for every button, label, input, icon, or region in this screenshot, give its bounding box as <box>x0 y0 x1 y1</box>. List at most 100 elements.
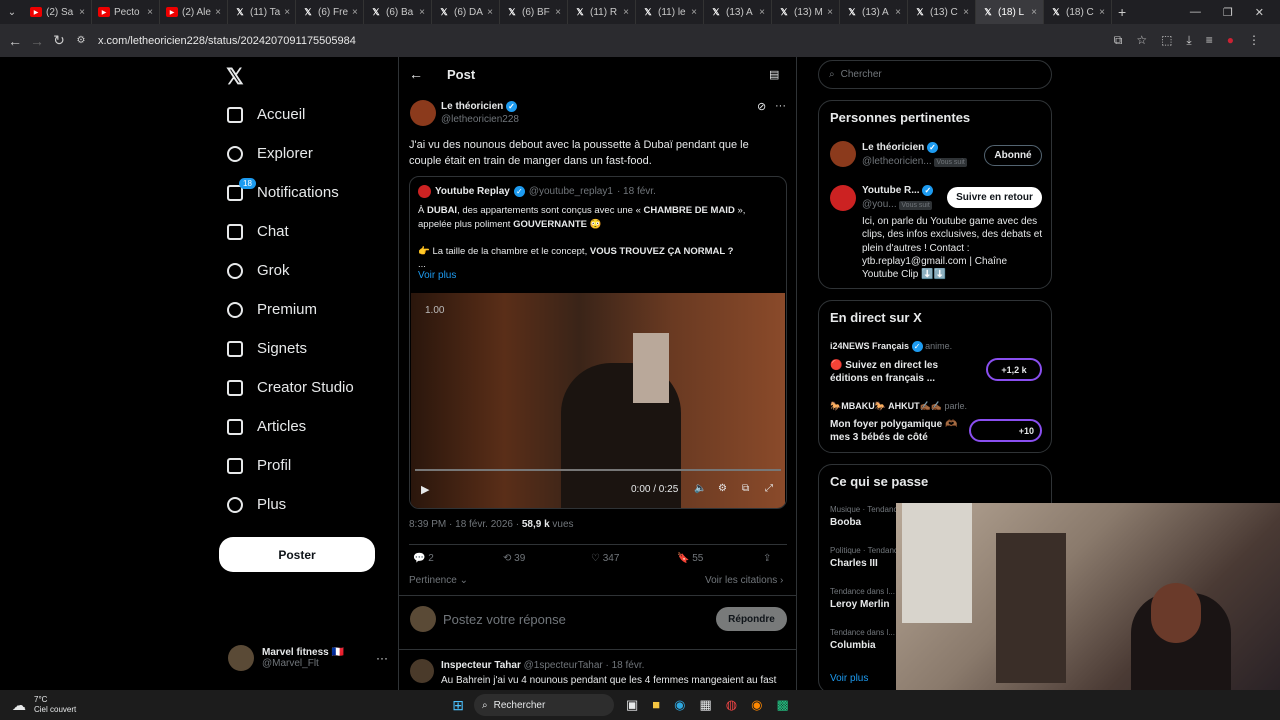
minimize-icon[interactable]: — <box>1190 6 1201 19</box>
grok-icon[interactable]: ⊘ <box>757 100 766 113</box>
sidebar-item-articles[interactable]: Articles <box>227 407 354 446</box>
tab-close-icon[interactable]: × <box>1099 7 1105 18</box>
app-icon[interactable]: ▩ <box>776 697 788 713</box>
browser-tab[interactable]: 𝕏 (11) R × <box>568 0 636 24</box>
browser-tab[interactable]: 𝕏 (13) M × <box>772 0 840 24</box>
bookmark-star-icon[interactable]: ☆ <box>1136 33 1147 48</box>
profile-icon[interactable]: ● <box>1227 33 1234 48</box>
tab-close-icon[interactable]: × <box>419 7 425 18</box>
browser-tab[interactable]: 𝕏 (13) C × <box>908 0 976 24</box>
trend-item[interactable]: Tendance dans l... Columbia <box>830 628 906 669</box>
tab-close-icon[interactable]: × <box>691 7 697 18</box>
play-icon[interactable]: ▶ <box>421 483 429 496</box>
browser-tab[interactable]: 𝕏 (13) A × <box>840 0 908 24</box>
tab-close-icon[interactable]: × <box>147 7 153 18</box>
tab-close-icon[interactable]: × <box>759 7 765 18</box>
reader-mode-icon[interactable]: ▤ <box>769 68 779 81</box>
like-action[interactable]: ♡ 347 <box>591 553 677 564</box>
reply-button[interactable]: Répondre <box>716 607 787 631</box>
reply-header[interactable]: Inspecteur Tahar @1specteurTahar · 18 fé… <box>441 660 644 671</box>
restore-icon[interactable]: ❐ <box>1223 6 1233 19</box>
browser-tab[interactable]: ▶ (2) Ale × <box>160 0 228 24</box>
new-tab-button[interactable]: + <box>1118 4 1126 20</box>
sidebar-item-chat[interactable]: Chat <box>227 212 354 251</box>
sidebar-item-creator-studio[interactable]: Creator Studio <box>227 368 354 407</box>
close-window-icon[interactable]: ✕ <box>1255 6 1264 19</box>
reload-icon[interactable]: ↻ <box>48 30 70 52</box>
avatar[interactable] <box>830 185 856 211</box>
browser-tab[interactable]: 𝕏 (11) le × <box>636 0 704 24</box>
trend-item[interactable]: Tendance dans l... Leroy Merlin <box>830 587 906 628</box>
install-icon[interactable]: ⧉ <box>1114 33 1123 48</box>
volume-icon[interactable]: 🔈 <box>694 483 706 494</box>
taskbar-search[interactable]: ⌕ Rechercher <box>473 694 614 716</box>
tab-close-icon[interactable]: × <box>827 7 833 18</box>
media-icon[interactable]: ≡ <box>1206 33 1213 48</box>
trend-item[interactable]: Politique · Tendances Charles III <box>830 546 906 587</box>
browser-tab[interactable]: 𝕏 (6) BF × <box>500 0 568 24</box>
back-arrow-icon[interactable]: ← <box>409 66 423 82</box>
sidebar-item-accueil[interactable]: Accueil <box>227 95 354 134</box>
quotes-link[interactable]: Voir les citations › <box>705 575 783 586</box>
post-menu-icon[interactable]: ··· <box>775 100 786 112</box>
sidebar-item-grok[interactable]: Grok <box>227 251 354 290</box>
url-field[interactable]: x.com/letheoricien228/status/20242070911… <box>98 35 356 47</box>
chrome-menu-icon[interactable]: ⋮ <box>1248 33 1260 48</box>
sidebar-item-signets[interactable]: Signets <box>227 329 354 368</box>
tab-close-icon[interactable]: × <box>215 7 221 18</box>
live-space-title[interactable]: 🔴 Suivez en direct les éditions en franç… <box>830 359 970 385</box>
firefox-icon[interactable]: ◉ <box>751 697 762 713</box>
trend-item[interactable]: Musique · Tendances Booba <box>830 505 906 546</box>
forward-icon[interactable]: → <box>26 30 48 52</box>
video-player[interactable]: 1.00 ▶ 0:00 / 0:25 🔈 ⚙ ⧉ ⤢ <box>411 293 785 508</box>
browser-tab[interactable]: 𝕏 (13) A × <box>704 0 772 24</box>
following-button[interactable]: Abonné <box>984 145 1042 166</box>
edge-icon[interactable]: ◉ <box>674 697 685 713</box>
video-settings-icon[interactable]: ⚙ <box>718 483 727 494</box>
tab-menu-icon[interactable]: ⌄ <box>0 1 24 23</box>
author-avatar[interactable] <box>410 100 436 126</box>
sidebar-item-premium[interactable]: Premium <box>227 290 354 329</box>
live-listeners-badge[interactable]: +1,2 k <box>986 358 1042 381</box>
start-icon[interactable]: ⊞ <box>452 697 464 714</box>
avatar[interactable] <box>830 141 856 167</box>
browser-tab[interactable]: 𝕏 (18) C × <box>1044 0 1112 24</box>
site-info-icon[interactable]: ⚙ <box>70 30 92 52</box>
browser-tab[interactable]: 𝕏 (6) Fre × <box>296 0 364 24</box>
account-switcher[interactable]: Marvel fitness 🇫🇷 @Marvel_Flt ··· <box>228 645 388 671</box>
browser-tab[interactable]: ▶ Pecto × <box>92 0 160 24</box>
sidebar-item-plus[interactable]: Plus <box>227 485 354 524</box>
tab-close-icon[interactable]: × <box>284 7 290 18</box>
fullscreen-icon[interactable]: ⤢ <box>765 483 773 494</box>
author-handle[interactable]: @letheoricien228 <box>441 114 519 125</box>
weather-icon[interactable]: ☁ <box>12 697 26 714</box>
bookmark-action[interactable]: 🔖 55 <box>677 553 763 564</box>
post-button[interactable]: Poster <box>219 537 375 572</box>
weather-widget[interactable]: 7°C Ciel couvert <box>34 695 76 715</box>
reply-input[interactable]: Postez votre réponse <box>443 612 566 627</box>
browser-tab[interactable]: 𝕏 (11) Ta × <box>228 0 296 24</box>
person-name[interactable]: Youtube R... ✓ <box>862 185 934 196</box>
tab-close-icon[interactable]: × <box>352 7 358 18</box>
quoted-post[interactable]: Youtube Replay ✓ @youtube_replay1 · 18 f… <box>409 176 787 509</box>
author-name[interactable]: Le théoricien ✓ <box>441 101 518 112</box>
pip-icon[interactable]: ⧉ <box>742 483 749 494</box>
sidebar-item-explorer[interactable]: Explorer <box>227 134 354 173</box>
extensions-icon[interactable]: ⬚ <box>1161 33 1172 48</box>
tab-close-icon[interactable]: × <box>895 7 901 18</box>
task-view-icon[interactable]: ▣ <box>626 697 638 713</box>
browser-tab[interactable]: 𝕏 (6) Ba × <box>364 0 432 24</box>
sidebar-item-notifications[interactable]: Notifications 18 <box>227 173 354 212</box>
tab-close-icon[interactable]: × <box>555 7 561 18</box>
file-explorer-icon[interactable]: ■ <box>652 697 660 713</box>
sidebar-item-profil[interactable]: Profil <box>227 446 354 485</box>
sort-dropdown[interactable]: Pertinence ⌄ <box>409 575 468 586</box>
follow-back-button[interactable]: Suivre en retour <box>947 187 1042 208</box>
chrome-icon[interactable]: ◍ <box>726 697 737 713</box>
search-input[interactable]: ⌕ Chercher <box>818 60 1052 89</box>
back-icon[interactable]: ← <box>4 30 26 52</box>
video-progress-bar[interactable] <box>415 469 781 471</box>
tab-close-icon[interactable]: × <box>79 7 85 18</box>
tab-close-icon[interactable]: × <box>963 7 969 18</box>
repost-action[interactable]: ⟲ 39 <box>503 553 591 564</box>
